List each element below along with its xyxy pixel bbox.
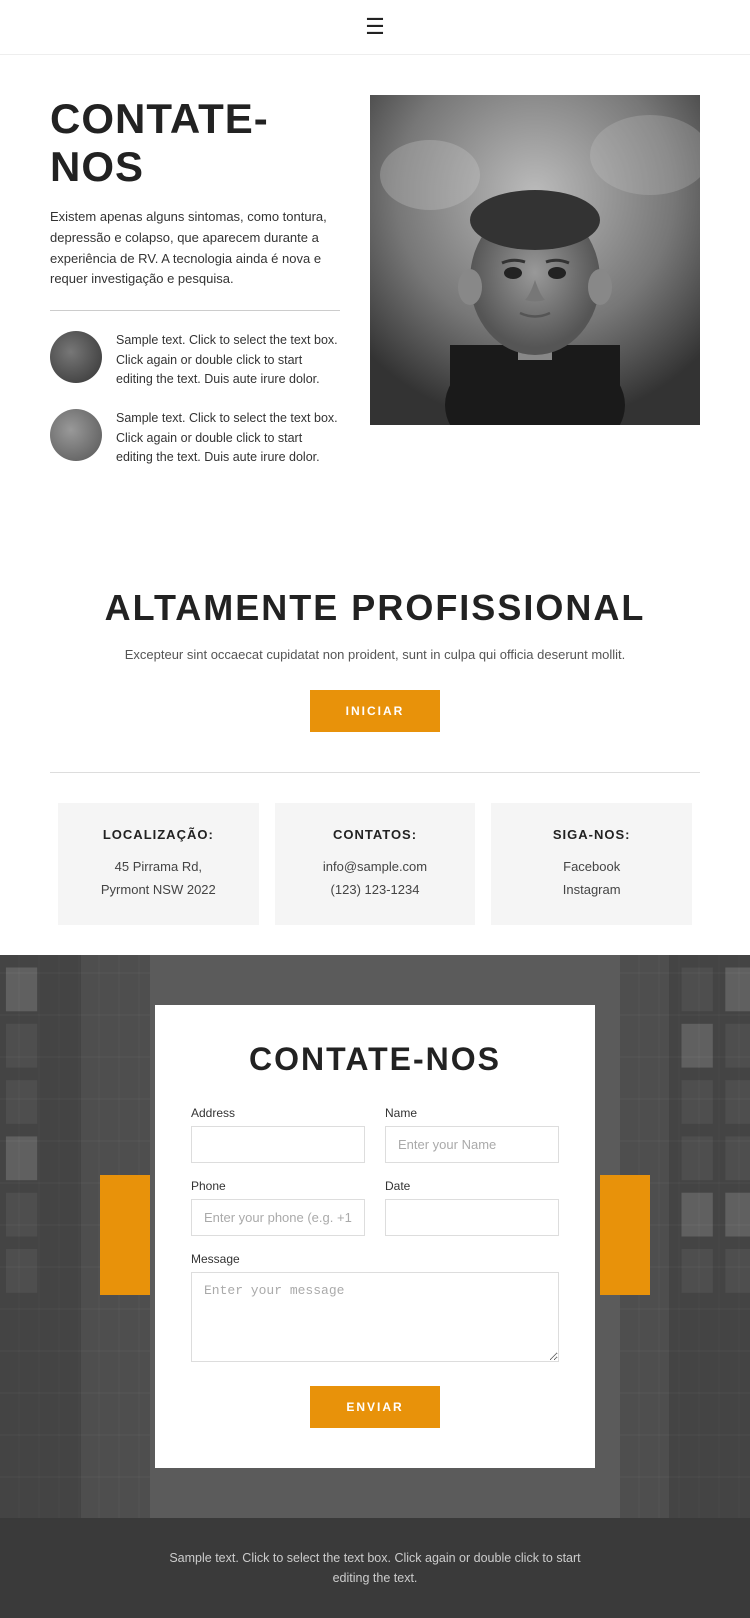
avatar-2 <box>50 409 102 461</box>
hero-section: CONTATE-NOS Existem apenas alguns sintom… <box>0 55 750 537</box>
orange-accent-left <box>100 1175 150 1295</box>
iniciar-button[interactable]: INICIAR <box>310 690 441 732</box>
name-label: Name <box>385 1106 559 1120</box>
contact-form-section: CONTATE-NOS Address Name Phone Date <box>0 955 750 1518</box>
hero-image <box>370 95 700 425</box>
phone-label: Phone <box>191 1179 365 1193</box>
date-group: Date <box>385 1179 559 1236</box>
info-location-box: LOCALIZAÇÃO: 45 Pirrama Rd,Pyrmont NSW 2… <box>58 803 259 924</box>
avatar-1 <box>50 331 102 383</box>
info-contacts-label: CONTATOS: <box>295 827 456 842</box>
message-label: Message <box>191 1252 559 1266</box>
hero-description: Existem apenas alguns sintomas, como ton… <box>50 207 340 290</box>
hamburger-icon[interactable]: ☰ <box>365 14 385 40</box>
message-group: Message <box>191 1252 559 1362</box>
address-group: Address <box>191 1106 365 1163</box>
info-contacts-value: info@sample.com(123) 123-1234 <box>295 856 456 900</box>
info-contacts-box: CONTATOS: info@sample.com(123) 123-1234 <box>275 803 476 924</box>
info-social-box: SIGA-NOS: FacebookInstagram <box>491 803 692 924</box>
form-row-address-name: Address Name <box>191 1106 559 1163</box>
info-social-value: FacebookInstagram <box>511 856 672 900</box>
info-location-label: LOCALIZAÇÃO: <box>78 827 239 842</box>
footer-text: Sample text. Click to select the text bo… <box>165 1548 585 1588</box>
date-input[interactable] <box>385 1199 559 1236</box>
name-input[interactable] <box>385 1126 559 1163</box>
phone-group: Phone <box>191 1179 365 1236</box>
contact-form-wrapper: CONTATE-NOS Address Name Phone Date <box>155 1005 595 1468</box>
submit-button[interactable]: ENVIAR <box>310 1386 439 1428</box>
hero-left: CONTATE-NOS Existem apenas alguns sintom… <box>50 95 340 487</box>
navbar: ☰ <box>0 0 750 55</box>
contact-form-title: CONTATE-NOS <box>191 1041 559 1078</box>
team-text-1: Sample text. Click to select the text bo… <box>116 331 340 389</box>
professional-description: Excepteur sint occaecat cupidatat non pr… <box>50 647 700 662</box>
address-input[interactable] <box>191 1126 365 1163</box>
info-social-label: SIGA-NOS: <box>511 827 672 842</box>
hero-divider <box>50 310 340 311</box>
footer: Sample text. Click to select the text bo… <box>0 1518 750 1618</box>
hero-right <box>370 95 700 487</box>
team-item-2: Sample text. Click to select the text bo… <box>50 409 340 467</box>
professional-title: ALTAMENTE PROFISSIONAL <box>50 587 700 629</box>
form-row-message: Message <box>191 1252 559 1362</box>
form-submit-area: ENVIAR <box>191 1386 559 1428</box>
hero-portrait-svg <box>370 95 700 425</box>
info-location-value: 45 Pirrama Rd,Pyrmont NSW 2022 <box>78 856 239 900</box>
name-group: Name <box>385 1106 559 1163</box>
team-text-2: Sample text. Click to select the text bo… <box>116 409 340 467</box>
orange-accent-right <box>600 1175 650 1295</box>
message-textarea[interactable] <box>191 1272 559 1362</box>
date-label: Date <box>385 1179 559 1193</box>
contact-form: Address Name Phone Date <box>191 1106 559 1428</box>
info-section: LOCALIZAÇÃO: 45 Pirrama Rd,Pyrmont NSW 2… <box>0 773 750 954</box>
phone-input[interactable] <box>191 1199 365 1236</box>
address-label: Address <box>191 1106 365 1120</box>
form-row-phone-date: Phone Date <box>191 1179 559 1236</box>
professional-section: ALTAMENTE PROFISSIONAL Excepteur sint oc… <box>0 537 750 772</box>
team-item-1: Sample text. Click to select the text bo… <box>50 331 340 389</box>
hero-title: CONTATE-NOS <box>50 95 340 191</box>
